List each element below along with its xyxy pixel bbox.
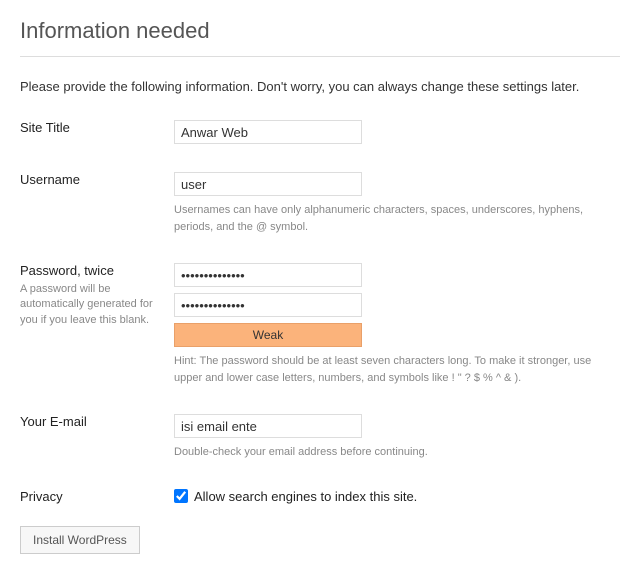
password-strength-meter: Weak <box>174 323 362 347</box>
privacy-checkbox-label[interactable]: Allow search engines to index this site. <box>194 489 417 504</box>
password-label: Password, twice <box>20 263 160 278</box>
divider <box>20 56 620 57</box>
password-input-1[interactable] <box>174 263 362 287</box>
site-title-label: Site Title <box>20 120 160 135</box>
row-site-title: Site Title <box>20 120 620 144</box>
password-hint: Hint: The password should be at least se… <box>174 353 614 386</box>
username-input[interactable] <box>174 172 362 196</box>
username-label: Username <box>20 172 160 187</box>
row-email: Your E-mail Double-check your email addr… <box>20 414 620 461</box>
email-input[interactable] <box>174 414 362 438</box>
email-label: Your E-mail <box>20 414 160 429</box>
intro-text: Please provide the following information… <box>20 79 620 94</box>
email-help: Double-check your email address before c… <box>174 444 614 461</box>
row-privacy: Privacy Allow search engines to index th… <box>20 489 620 504</box>
password-input-2[interactable] <box>174 293 362 317</box>
page-title: Information needed <box>20 18 620 44</box>
install-wordpress-button[interactable]: Install WordPress <box>20 526 140 554</box>
privacy-label: Privacy <box>20 489 160 504</box>
username-help: Usernames can have only alphanumeric cha… <box>174 202 614 235</box>
password-label-help: A password will be automatically generat… <box>20 282 160 328</box>
site-title-input[interactable] <box>174 120 362 144</box>
privacy-checkbox[interactable] <box>174 489 188 503</box>
row-password: Password, twice A password will be autom… <box>20 263 620 386</box>
row-username: Username Usernames can have only alphanu… <box>20 172 620 235</box>
